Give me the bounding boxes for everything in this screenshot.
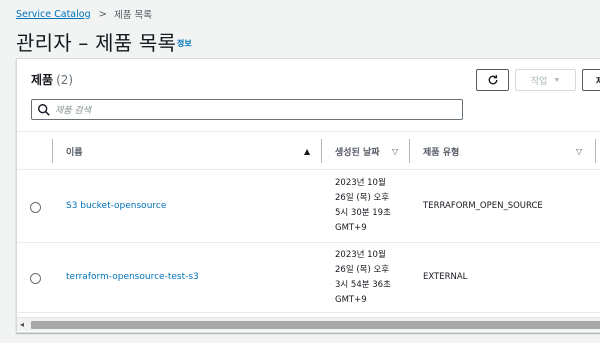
sort-ascending-icon[interactable]: ▲: [304, 147, 310, 156]
table-row: terraform-opensource-test-s3 2023년 10월 2…: [17, 243, 600, 313]
horizontal-scrollbar[interactable]: ◂: [17, 317, 600, 331]
scroll-left-arrow-icon[interactable]: ◂: [20, 320, 24, 329]
caret-down-icon: ▼: [553, 76, 561, 84]
column-header-product-type-label: 제품 유형: [423, 147, 460, 158]
products-panel: 제품(2) 작업 ▼ 제 제품 검색 이름 ▲ 생성된 날짜 ▽: [16, 58, 600, 333]
actions-dropdown-button[interactable]: 작업 ▼: [515, 69, 576, 91]
date-line: 3시 54분 36초: [335, 280, 391, 290]
column-divider: [52, 139, 53, 163]
search-placeholder: 제품 검색: [55, 106, 91, 116]
refresh-button[interactable]: [476, 69, 509, 91]
breadcrumb-separator-icon: >: [98, 8, 108, 20]
breadcrumb-current: 제품 목록: [114, 10, 152, 21]
product-name-link[interactable]: S3 bucket-opensource: [66, 201, 166, 211]
column-divider[interactable]: [409, 139, 410, 163]
column-divider[interactable]: [595, 139, 596, 163]
table-header: 이름 ▲ 생성된 날짜 ▽ 제품 유형 ▽: [17, 131, 600, 170]
date-line: GMT+9: [335, 295, 367, 305]
table-row: S3 bucket-opensource 2023년 10월 26일 (목) 오…: [17, 170, 600, 243]
date-line: 5시 30분 19초: [335, 208, 391, 218]
column-divider[interactable]: [321, 139, 322, 163]
column-header-product-type[interactable]: 제품 유형: [423, 132, 459, 170]
row-select-radio[interactable]: [30, 202, 41, 213]
actions-label: 작업: [530, 75, 548, 86]
column-header-name[interactable]: 이름: [66, 132, 83, 170]
sort-icon[interactable]: ▽: [392, 147, 398, 156]
product-type-cell: EXTERNAL: [423, 272, 468, 282]
created-date-cell: 2023년 10월 26일 (목) 오후 3시 54분 36초 GMT+9: [335, 248, 391, 308]
scrollbar-thumb[interactable]: [31, 321, 600, 329]
search-input[interactable]: 제품 검색: [31, 99, 463, 120]
date-line: GMT+9: [335, 223, 367, 233]
truncated-button[interactable]: 제: [582, 69, 600, 91]
breadcrumb-service-catalog-link[interactable]: Service Catalog: [16, 9, 91, 20]
row-select-radio[interactable]: [30, 273, 41, 284]
sort-icon[interactable]: ▽: [576, 147, 582, 156]
page-title: 관리자 – 제품 목록: [16, 31, 177, 55]
date-line: 26일 (목) 오후: [335, 193, 390, 203]
panel-title-label: 제품: [31, 73, 54, 87]
date-line: 26일 (목) 오후: [335, 265, 390, 275]
product-name-link[interactable]: terraform-opensource-test-s3: [66, 272, 199, 282]
info-link[interactable]: 정보: [177, 38, 192, 49]
panel-title: 제품 (2): [31, 71, 73, 88]
date-line: 2023년 10월: [335, 178, 386, 188]
column-header-created-date[interactable]: 생성된 날짜: [335, 132, 380, 170]
refresh-icon: [488, 75, 497, 85]
product-count: (2): [56, 73, 74, 87]
truncated-button-label: 제: [596, 74, 600, 87]
breadcrumb: Service Catalog > 제품 목록: [16, 7, 152, 22]
search-icon: [38, 103, 50, 116]
column-header-created-date-label: 생성된 날짜: [335, 147, 380, 158]
date-line: 2023년 10월: [335, 250, 386, 260]
created-date-cell: 2023년 10월 26일 (목) 오후 5시 30분 19초 GMT+9: [335, 176, 391, 236]
product-type-cell: TERRAFORM_OPEN_SOURCE: [423, 201, 543, 211]
column-header-name-label: 이름: [66, 147, 83, 158]
